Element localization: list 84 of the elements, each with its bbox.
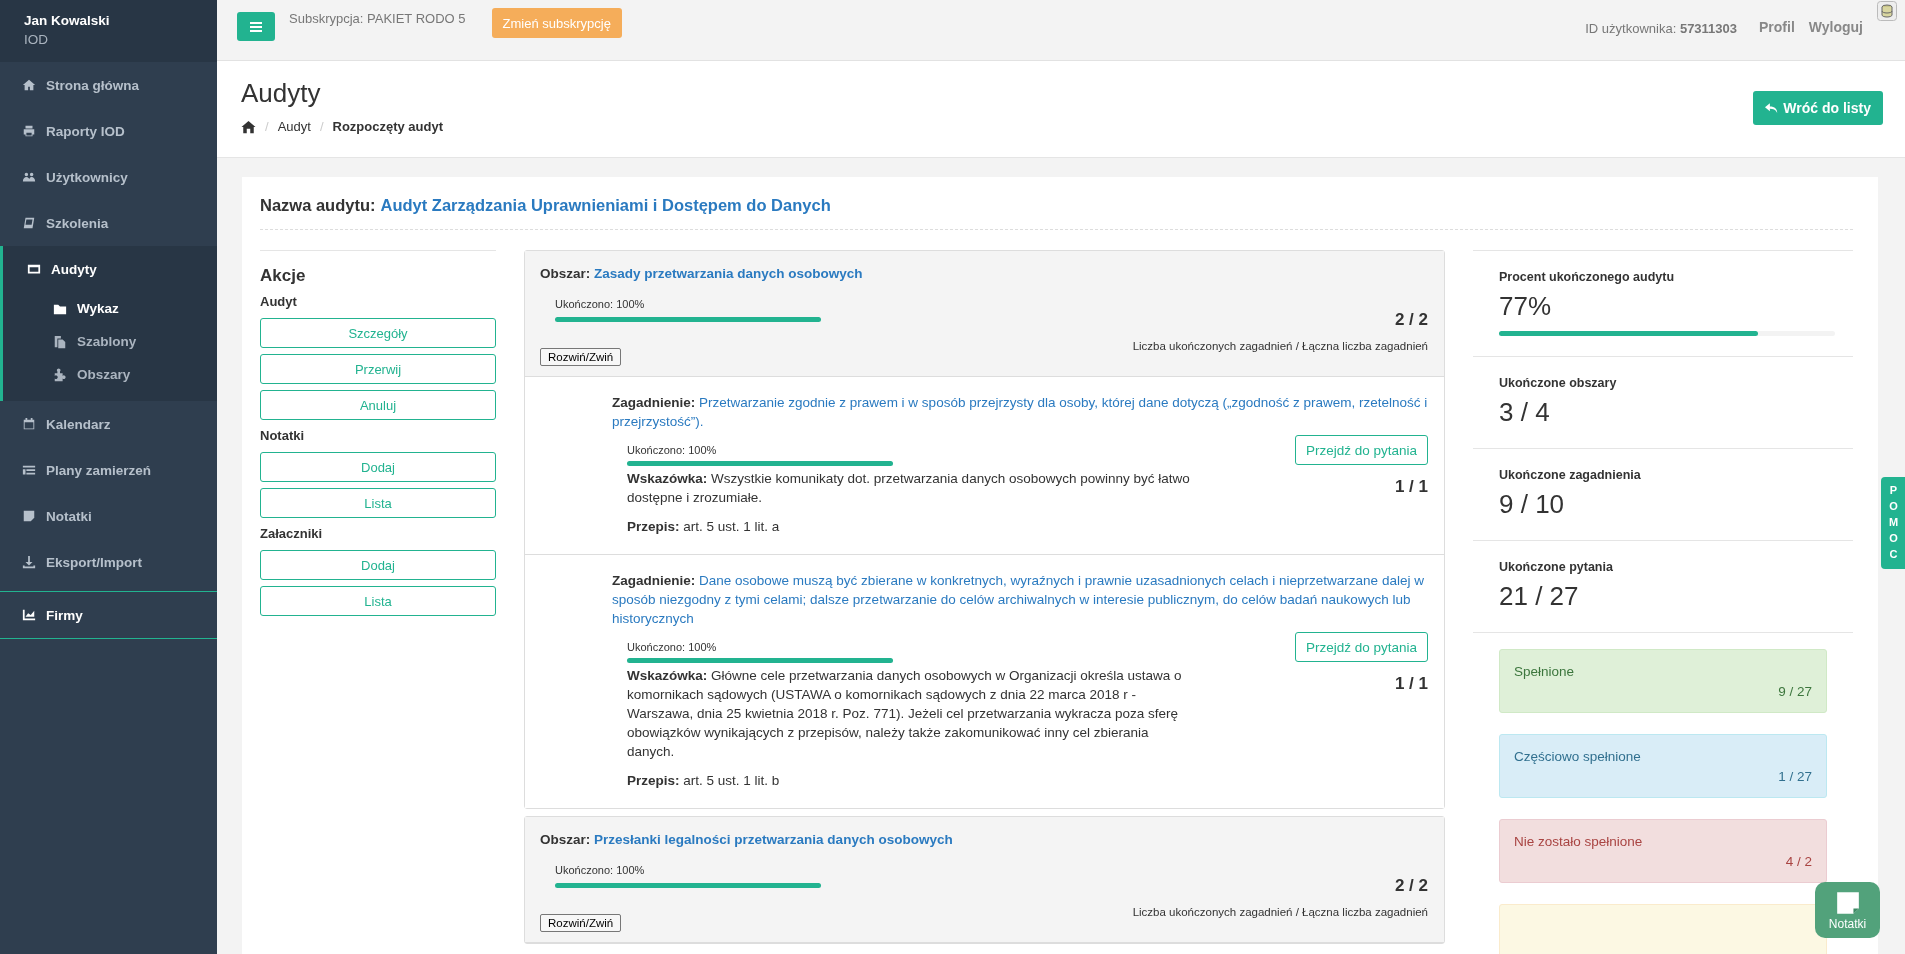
calendar-icon bbox=[22, 417, 36, 431]
breadcrumb-item[interactable]: Audyt bbox=[277, 119, 311, 134]
issue-count: 1 / 1 bbox=[1393, 477, 1428, 497]
copy-icon bbox=[53, 334, 67, 349]
expand-collapse-button[interactable]: Rozwiń/Zwiń bbox=[540, 348, 622, 366]
regulation-text: Przepis: art. 5 ust. 1 lit. a bbox=[627, 519, 781, 534]
sidebar-item[interactable]: Plany zamierzeń bbox=[0, 447, 217, 493]
area-count-caption: Liczba ukończonych zagadnień / Łączna liczba zagadnień bbox=[1132, 906, 1428, 918]
hint-text: Wskazówka: Wszystkie komunikaty dot. przetwarzania danych osobowych powinny być łatwo dostępne i zrozumiałe. bbox=[627, 470, 1191, 507]
note-icon bbox=[22, 509, 36, 523]
progress-label: Ukończono: 100% bbox=[627, 444, 718, 456]
list-icon bbox=[22, 463, 36, 477]
sidebar-item[interactable]: Strona główna bbox=[0, 62, 217, 108]
audit-name-label: Nazwa audytu: bbox=[260, 196, 376, 214]
status-label: Częściowo spełnione bbox=[1514, 749, 1642, 764]
stat-value: 3 / 4 bbox=[1499, 397, 1551, 428]
status-label: Spełnione bbox=[1514, 664, 1576, 679]
page-title: Audyty bbox=[241, 78, 322, 109]
area-label: Obszar: bbox=[540, 266, 591, 281]
issue-title[interactable]: Zagadnienie: Dane osobowe muszą być zbierane w konkretnych, wyraźnych i prawnie uzasadnionych celach i nieprzetwarzane dalej w sposób niezgodny z tymi celami; dalsze przetwarzanie do celów archiwalnych w interesie publicznym, do celów badań naukowych lub historycznych bbox=[612, 571, 1428, 628]
book-icon bbox=[22, 216, 36, 230]
hint-text: Wskazówka: Główne cele przetwarzania danych osobowych w Organizacji określa ustawa o komornikach sądowych (USTAWA o komornikach sądowych z dnia 22 marca 2018 r - Warszawa, dnia 25 kwietnia 2018 r. Poz. 771). Jeżeli cel przetwarzania wykracza poza sferę obowiązków wynikających z przepisów, należy także zakomunikować inny cel zbierania danych. bbox=[627, 667, 1183, 761]
window-icon bbox=[27, 262, 41, 276]
expand-collapse-button[interactable]: Rozwiń/Zwiń bbox=[540, 914, 622, 932]
sidebar-item[interactable]: Eksport/Import bbox=[0, 539, 217, 585]
issue-title[interactable]: Zagadnienie: Przetwarzanie zgodnie z prawem i w sposób przejrzysty dla osoby, której dane dotyczą („zgodność z prawem, rzetelność i przejrzystość”). bbox=[612, 393, 1428, 431]
reply-arrow-icon bbox=[1765, 102, 1779, 114]
area-count: 2 / 2 bbox=[1393, 310, 1428, 330]
notes-button[interactable]: Notatki bbox=[1815, 882, 1880, 938]
home-icon bbox=[22, 78, 36, 92]
download-icon bbox=[22, 555, 36, 569]
actions-group-label: Załaczniki bbox=[260, 526, 324, 541]
sidebar-subitem[interactable]: Obszary bbox=[3, 358, 217, 391]
stat-label: Procent ukończonego audytu bbox=[1499, 270, 1675, 284]
progress-label: Ukończono: 100% bbox=[555, 864, 646, 876]
progress-label: Ukończono: 100% bbox=[555, 298, 646, 310]
printer-icon bbox=[22, 124, 36, 138]
status-count: 9 / 27 bbox=[1777, 684, 1812, 699]
stat-value: 9 / 10 bbox=[1499, 489, 1566, 520]
breadcrumb-separator: / bbox=[265, 119, 269, 134]
user-id: ID użytkownika: 57311303 bbox=[1585, 21, 1738, 36]
issue-count: 1 / 1 bbox=[1393, 674, 1428, 694]
status-label: Nie zostało spełnione bbox=[1514, 834, 1644, 849]
actions-heading: Akcje bbox=[260, 266, 307, 286]
sidebar-item[interactable]: Firmy bbox=[0, 591, 217, 639]
subscription-label: Subskrypcja: PAKIET RODO 5 bbox=[289, 11, 466, 26]
actions-group-label: Notatki bbox=[260, 428, 306, 443]
home-icon[interactable] bbox=[241, 119, 256, 134]
area-name-link[interactable]: Przesłanki legalności przetwarzania danych osobowych bbox=[594, 832, 953, 847]
sidebar-subitem[interactable]: Szablony bbox=[3, 325, 217, 358]
status-count: 4 / 2 bbox=[1784, 854, 1812, 869]
menu-button[interactable] bbox=[237, 12, 275, 41]
stat-value: 77% bbox=[1499, 291, 1553, 322]
sidebar-item[interactable]: Użytkownicy bbox=[0, 154, 217, 200]
sidebar-item[interactable]: Kalendarz bbox=[0, 401, 217, 447]
sidebar-item[interactable]: Audyty bbox=[3, 246, 217, 292]
area-count: 2 / 2 bbox=[1393, 876, 1428, 896]
sidebar-subitem[interactable]: Wykaz bbox=[3, 292, 217, 325]
top-link[interactable]: Profil bbox=[1759, 19, 1795, 35]
users-icon bbox=[22, 170, 36, 184]
area-name-link[interactable]: Zasady przetwarzania danych osobowych bbox=[594, 266, 863, 281]
sidebar-item[interactable]: Szkolenia bbox=[0, 200, 217, 246]
stat-label: Ukończone pytania bbox=[1499, 560, 1614, 574]
breadcrumb-item[interactable]: Rozpoczęty audyt bbox=[332, 119, 443, 134]
top-link[interactable]: Wyloguj bbox=[1808, 19, 1863, 35]
breadcrumb-separator: / bbox=[319, 119, 324, 134]
stat-label: Ukończone obszary bbox=[1499, 376, 1618, 390]
status-count: 1 / 27 bbox=[1777, 769, 1812, 784]
note-icon bbox=[1834, 889, 1861, 916]
sidebar-item[interactable]: Raporty IOD bbox=[0, 108, 217, 154]
menu-icon bbox=[250, 21, 262, 32]
puzzle-icon bbox=[53, 367, 67, 382]
stat-value: 21 / 27 bbox=[1499, 581, 1580, 612]
area-label: Obszar: bbox=[540, 832, 591, 847]
audit-name-link[interactable]: Audyt Zarządzania Uprawnieniami i Dostępem do Danych bbox=[380, 196, 831, 214]
area-count-caption: Liczba ukończonych zagadnień / Łączna liczba zagadnień bbox=[1132, 340, 1428, 352]
sidebar-item[interactable]: Notatki bbox=[0, 493, 217, 539]
user-name: Jan Kowalski bbox=[24, 13, 111, 28]
progress-label: Ukończono: 100% bbox=[627, 641, 718, 653]
stat-label: Ukończone zagadnienia bbox=[1499, 468, 1642, 482]
regulation-text: Przepis: art. 5 ust. 1 lit. b bbox=[627, 773, 781, 788]
chart-icon bbox=[22, 608, 36, 622]
actions-group-label: Audyt bbox=[260, 294, 298, 309]
user-role: IOD bbox=[24, 32, 49, 47]
